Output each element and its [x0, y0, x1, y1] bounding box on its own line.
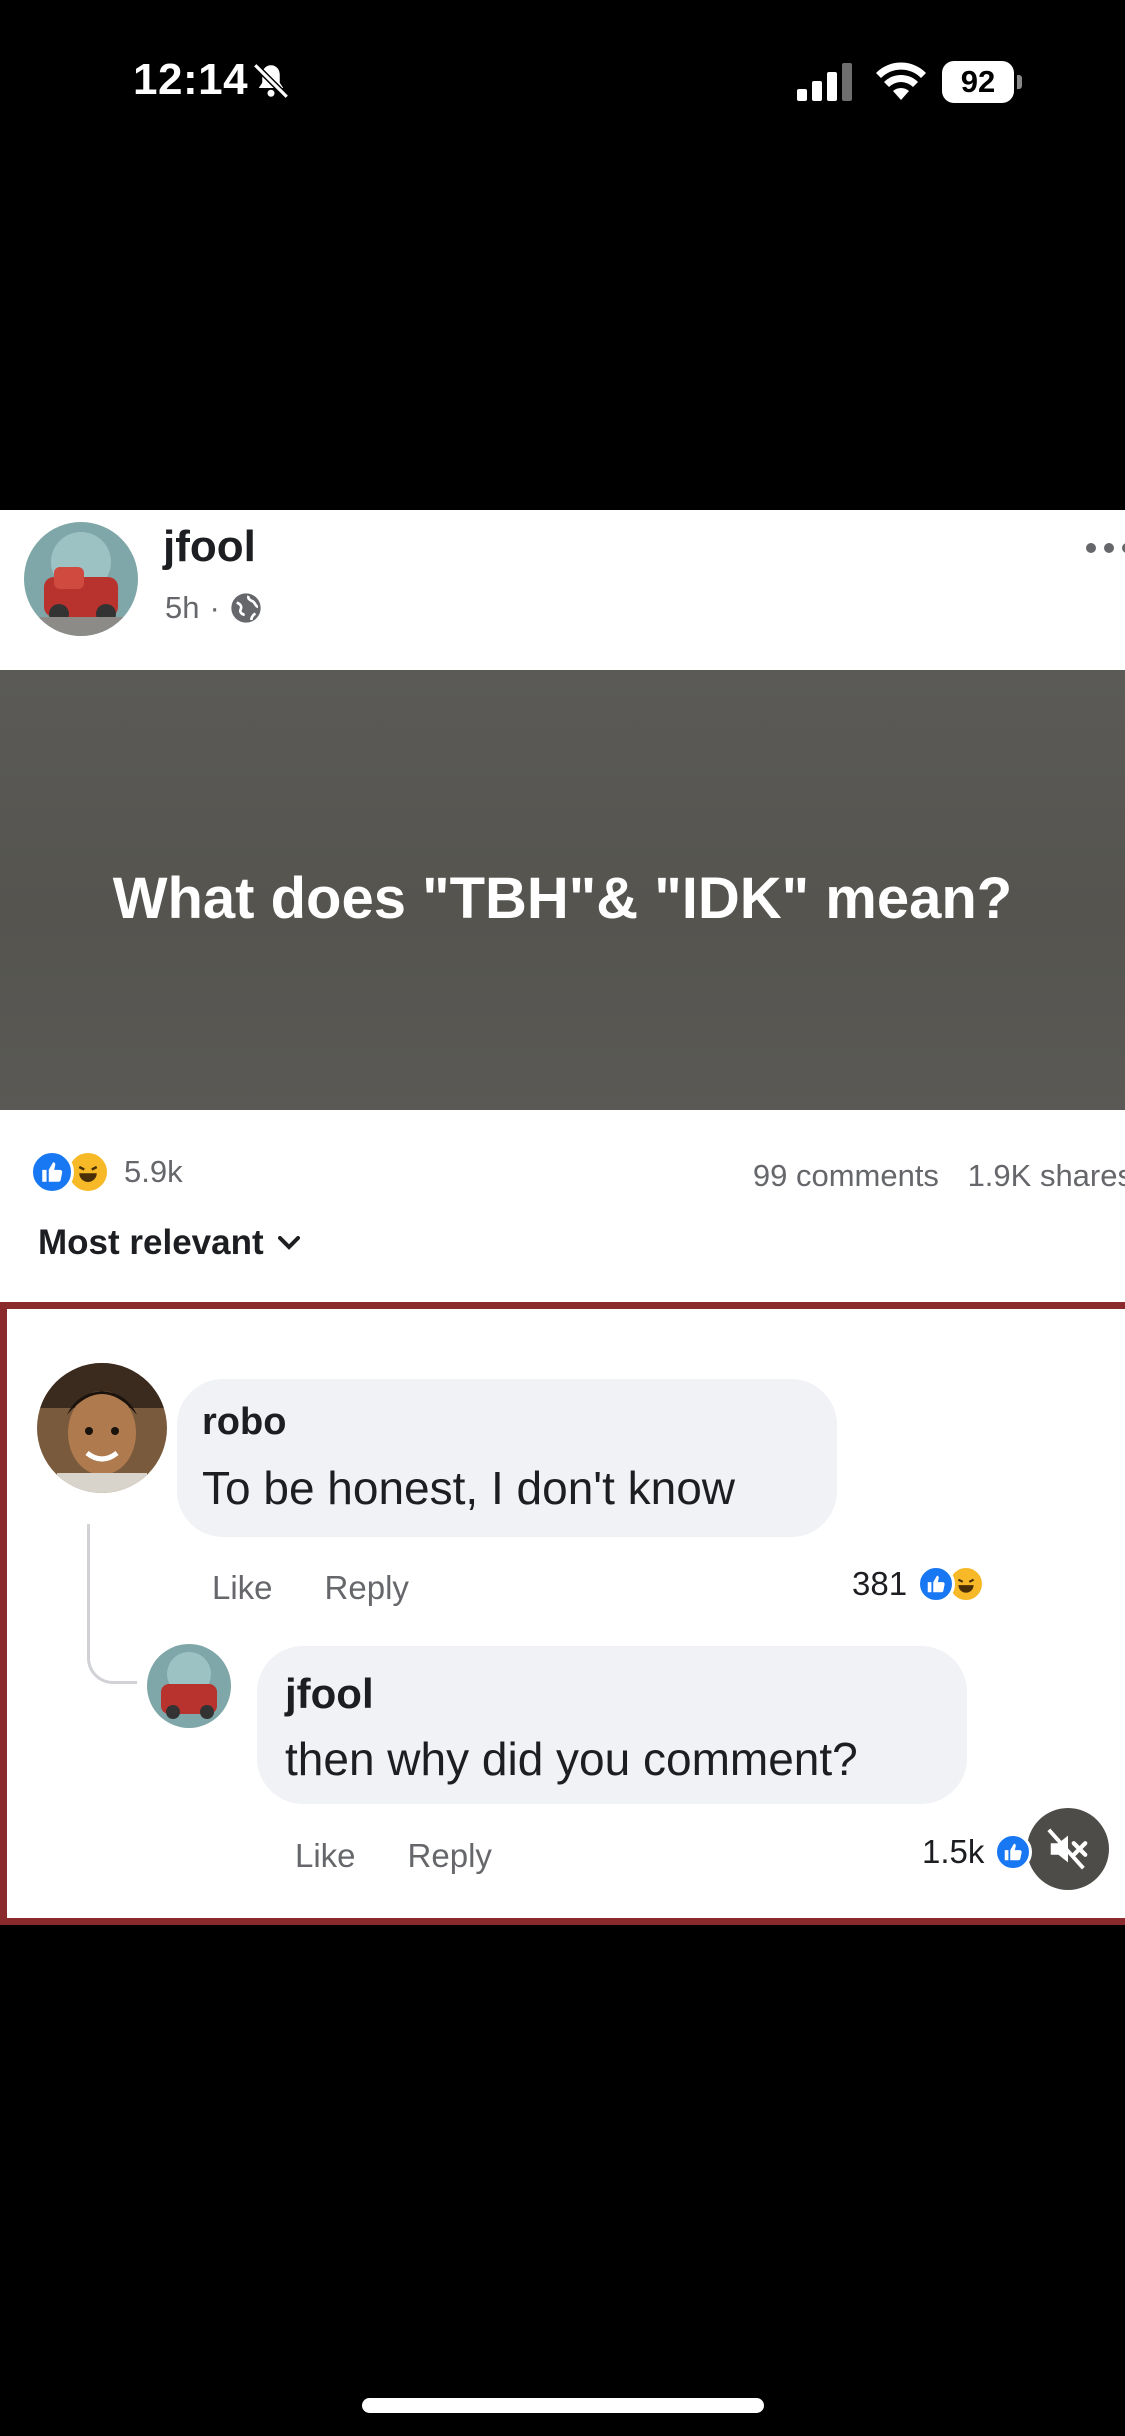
signal-icon — [797, 63, 852, 101]
wifi-icon — [876, 62, 926, 100]
reply-actions: Like Reply — [295, 1837, 492, 1875]
avatar[interactable] — [24, 522, 138, 636]
comment-reactions[interactable]: 381 — [852, 1565, 986, 1603]
comment-actions: Like Reply — [212, 1569, 409, 1607]
sort-label: Most relevant — [38, 1223, 264, 1262]
comment-reaction-count: 381 — [852, 1565, 908, 1602]
like-reaction-icon — [30, 1150, 74, 1194]
post-card: jfool 5h · What does "TBH"& "IDK" mean? … — [0, 510, 1125, 1925]
meta-separator: · — [209, 590, 220, 625]
battery-level: 92 — [942, 61, 1014, 103]
chevron-down-icon — [277, 1236, 300, 1250]
reply-button[interactable]: Reply — [408, 1837, 492, 1875]
post-stats: 5.9k 99 comments 1.9K shares — [0, 1120, 1125, 1220]
reply-button[interactable]: Reply — [325, 1569, 409, 1607]
globe-icon — [231, 593, 261, 623]
like-button[interactable]: Like — [212, 1569, 273, 1607]
battery-tip — [1017, 75, 1022, 89]
reply-bubble[interactable]: jfool then why did you comment? — [257, 1646, 967, 1804]
post-banner[interactable]: What does "TBH"& "IDK" mean? — [0, 670, 1125, 1110]
post-reactions[interactable]: 5.9k — [30, 1150, 183, 1194]
reply-text: then why did you comment? — [285, 1733, 858, 1785]
status-bar: 12:14 92 — [0, 0, 1125, 160]
reply-thread-line — [87, 1524, 137, 1684]
home-indicator[interactable] — [362, 2398, 764, 2413]
comments-count[interactable]: 99 comments — [753, 1158, 939, 1193]
bell-slash-icon — [253, 63, 289, 99]
banner-text: What does "TBH"& "IDK" mean? — [112, 865, 1013, 931]
post-time[interactable]: 5h — [165, 590, 199, 626]
post-meta: 5h · — [165, 590, 262, 626]
sort-dropdown[interactable]: Most relevant — [38, 1223, 300, 1263]
comments-section: robo To be honest, I don't know Like Rep… — [0, 1302, 1125, 1925]
muted-speaker-icon — [1047, 1828, 1088, 1870]
reply-reaction-count: 1.5k — [922, 1833, 985, 1870]
post-author[interactable]: jfool — [163, 522, 256, 572]
like-reaction-icon — [994, 1833, 1033, 1871]
more-options-icon[interactable] — [1083, 538, 1125, 558]
comment-bubble[interactable]: robo To be honest, I don't know — [177, 1379, 837, 1537]
comment-author[interactable]: robo — [202, 1401, 286, 1444]
mute-button[interactable] — [1027, 1808, 1109, 1890]
comment-text: To be honest, I don't know — [202, 1462, 736, 1514]
shares-count[interactable]: 1.9K shares — [968, 1158, 1125, 1193]
reaction-count: 5.9k — [124, 1154, 183, 1189]
avatar[interactable] — [147, 1644, 231, 1728]
engagement-counts: 99 comments 1.9K shares — [753, 1158, 1125, 1194]
avatar[interactable] — [37, 1363, 167, 1493]
reply-author[interactable]: jfool — [285, 1670, 374, 1718]
like-button[interactable]: Like — [295, 1837, 356, 1875]
like-reaction-icon — [917, 1565, 956, 1603]
reply-reactions[interactable]: 1.5k — [922, 1833, 1033, 1871]
status-time: 12:14 — [133, 55, 249, 104]
battery-icon: 92 — [942, 61, 1024, 103]
